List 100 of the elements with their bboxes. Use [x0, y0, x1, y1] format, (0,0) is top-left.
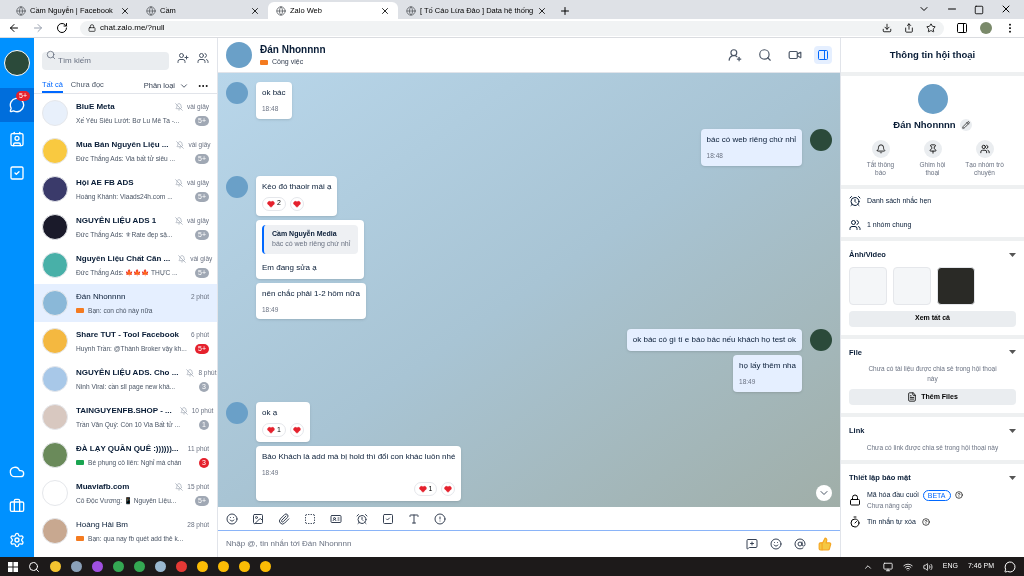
add-friend-icon[interactable]: [177, 52, 189, 64]
message-text: ok ạ: [262, 407, 279, 419]
user-avatar[interactable]: [4, 50, 30, 76]
help-icon[interactable]: [954, 491, 963, 499]
volume-icon[interactable]: [922, 561, 933, 572]
message-text: Em đang sửa ạ: [262, 261, 318, 274]
taskbar-app-icon[interactable]: [50, 561, 61, 572]
conversation-name: Hội AE FB ADS: [76, 176, 134, 189]
mention-icon[interactable]: [794, 538, 806, 550]
avatar: [42, 328, 68, 354]
close-icon[interactable]: [537, 5, 548, 16]
cloud-icon[interactable]: [9, 464, 25, 480]
bell-icon: [875, 144, 886, 155]
task-icon[interactable]: [382, 512, 394, 525]
search-icon[interactable]: [28, 560, 40, 573]
sticker-icon[interactable]: [226, 512, 238, 525]
collapse-icon[interactable]: [1009, 350, 1016, 355]
info-panel-toggle[interactable]: [814, 46, 832, 64]
message-input[interactable]: Nhập @, tin nhắn tới Đán Nhonnnn: [226, 538, 734, 550]
search-icon[interactable]: [758, 48, 772, 62]
conversation-name: BluE Meta: [76, 100, 115, 113]
close-icon[interactable]: [250, 5, 260, 16]
message-text: nên chắc phải 1-2 hôm nữa: [262, 287, 360, 300]
site-icon: [276, 5, 286, 16]
add-member-icon[interactable]: [728, 48, 742, 62]
video-call-icon[interactable]: [788, 48, 802, 62]
conversation-name: NGUYÊN LIỆU ADS. Cho ...: [76, 366, 179, 379]
avatar: [42, 252, 68, 278]
group-icon: [979, 144, 990, 155]
collapse-icon[interactable]: [1009, 475, 1016, 480]
taskbar-app-icon[interactable]: [197, 561, 208, 572]
close-icon[interactable]: [1000, 3, 1012, 15]
taskbar-app-icon[interactable]: [71, 561, 82, 572]
todo-icon[interactable]: [9, 165, 25, 181]
taskbar-app-icon[interactable]: [218, 561, 229, 572]
avatar: [42, 442, 68, 468]
profile-avatar[interactable]: [980, 22, 992, 34]
alarm-clock-icon: [849, 195, 861, 208]
contact-name: Đán Nhonnnn: [893, 118, 956, 132]
image-icon[interactable]: [252, 512, 264, 525]
reload-icon[interactable]: [56, 22, 68, 34]
lock-icon: [849, 493, 861, 506]
taskbar-app-icon[interactable]: [113, 561, 124, 572]
collapse-icon[interactable]: [1009, 252, 1016, 257]
taskbar-app-icon[interactable]: [134, 561, 145, 572]
lock-icon: [88, 24, 96, 32]
message-text: ok bác: [262, 87, 286, 99]
conversation-name: Mua Bán Nguyên Liệu ...: [76, 138, 169, 151]
heart-icon: [267, 426, 275, 434]
screenshot-icon[interactable]: [304, 512, 316, 525]
side-panel-icon[interactable]: [956, 22, 968, 34]
avatar: [42, 100, 68, 126]
quick-message-icon[interactable]: [746, 538, 758, 550]
heart-icon: [292, 426, 301, 434]
back-icon[interactable]: [8, 22, 20, 34]
format-icon[interactable]: [408, 512, 420, 525]
taskbar-app-icon[interactable]: [239, 561, 250, 572]
emoji-icon[interactable]: [770, 538, 782, 550]
address-bar[interactable]: chat.zalo.me/?null: [80, 20, 944, 36]
taskbar-app-icon[interactable]: [260, 561, 271, 572]
contacts-icon[interactable]: [9, 131, 25, 147]
bookmark-icon[interactable]: [926, 23, 936, 33]
media-thumbnail[interactable]: [893, 266, 931, 305]
create-group-icon[interactable]: [197, 52, 209, 64]
contact-avatar: [917, 84, 948, 114]
settings-icon[interactable]: [9, 532, 25, 548]
network-icon[interactable]: [902, 561, 913, 572]
avatar: [42, 366, 68, 392]
chat-title: Đán Nhonnnn: [260, 43, 326, 58]
notifications-icon[interactable]: [1004, 560, 1016, 573]
close-icon[interactable]: [380, 5, 390, 16]
taskbar-app-icon[interactable]: [155, 561, 166, 572]
conversation-name: Share TUT - Tool Facebook: [76, 328, 179, 341]
install-icon[interactable]: [882, 23, 892, 33]
rename-button[interactable]: [959, 119, 972, 132]
media-thumbnail[interactable]: [849, 266, 887, 305]
start-icon[interactable]: [8, 561, 18, 572]
message-text: ok bác có gì tí e báo bác nếu khách họ test ok: [632, 334, 796, 347]
message-text: Bảo Khách là add mà bị hold thì đổi con khác luôn nhé: [262, 451, 456, 463]
pencil-icon: [961, 121, 970, 130]
contact-avatar[interactable]: [226, 42, 252, 68]
timer-icon: [849, 516, 861, 529]
reminder-icon[interactable]: [356, 512, 368, 525]
file-icon: [907, 392, 918, 403]
maximize-icon[interactable]: [974, 5, 984, 15]
contact-card-icon[interactable]: [330, 512, 342, 525]
help-icon[interactable]: [921, 518, 930, 527]
new-tab-icon[interactable]: [559, 5, 572, 17]
avatar: [42, 518, 68, 544]
avatar: [42, 176, 68, 202]
briefcase-icon[interactable]: [9, 498, 25, 514]
share-icon[interactable]: [904, 23, 914, 33]
conversation-name: NGUYÊN LIỆU ADS 1: [76, 214, 157, 227]
attach-icon[interactable]: [278, 512, 290, 525]
pin-icon: [927, 144, 938, 155]
media-thumbnail[interactable]: [937, 266, 975, 305]
close-icon[interactable]: [120, 5, 130, 16]
collapse-icon[interactable]: [1009, 428, 1016, 433]
priority-icon[interactable]: [434, 512, 446, 525]
search-field[interactable]: Tìm kiếm: [42, 51, 169, 70]
